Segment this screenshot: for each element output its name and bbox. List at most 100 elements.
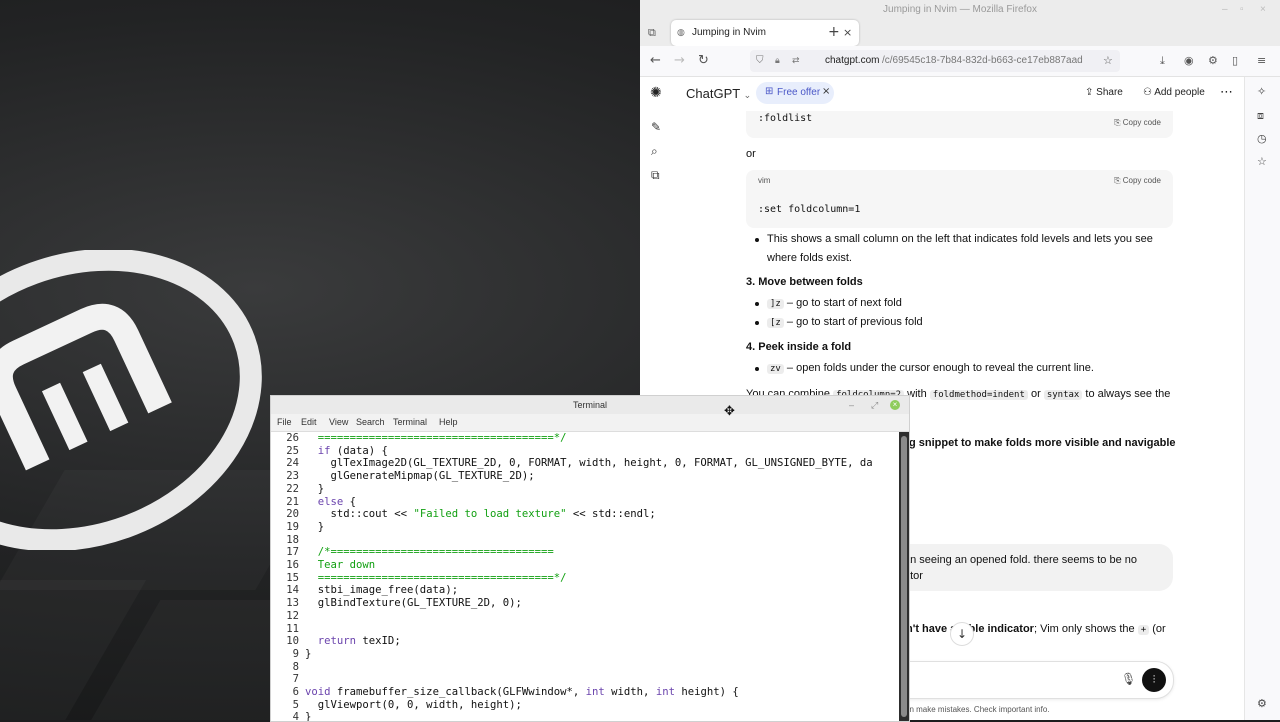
share-label: Share [1096,87,1123,98]
voice-mode-button[interactable]: ⫶ [1142,668,1166,692]
terminal-line: 16 Tear down [271,559,897,572]
synced-tabs-icon[interactable]: ⧈ [1257,109,1264,123]
code-text: :set foldcolumn=1 [758,204,861,215]
menu-edit[interactable]: Edit [301,414,317,431]
add-people-button[interactable]: ⚇ Add people [1143,87,1205,98]
new-tab-icon[interactable]: + [828,24,840,40]
heading-move-between-folds: 3. Move between folds [746,276,863,288]
code-text: :foldlist [758,113,813,124]
dismiss-offer-icon[interactable]: × [822,86,830,97]
bullet-prev-fold: [z – go to start of previous fold [767,316,923,328]
customize-sidebar-icon[interactable]: ⚙︎ [1257,697,1267,710]
line-number: 25 [286,444,299,457]
terminal-line: 4} [271,711,897,722]
close-tab-icon[interactable]: × [843,20,852,46]
line-number: 11 [286,622,299,635]
copy-code-button[interactable]: ⎘ Copy code [1114,176,1161,186]
line-text: } [305,647,312,660]
share-button[interactable]: ⇪ Share [1085,87,1123,98]
terminal-scrollbar[interactable] [899,432,909,721]
line-text: =====================================*/ [305,432,567,444]
terminal-line: 17 /*=================================== [271,546,897,559]
scrollbar-thumb[interactable] [901,436,907,717]
scroll-to-bottom-button[interactable]: ↓ [950,622,974,646]
line-text: glTexImage2D(GL_TEXTURE_2D, 0, FORMAT, w… [305,457,873,470]
user-message-bubble: an seeing an opened fold. there seems to… [870,544,1173,591]
openai-logo-icon[interactable]: ✺ [650,85,662,101]
close-icon[interactable]: × [1260,0,1266,20]
tab-overview-icon[interactable]: ⧉ [648,26,656,40]
close-icon[interactable]: × [890,400,900,410]
terminal-line: 23 glGenerateMipmap(GL_TEXTURE_2D); [271,470,897,483]
account-icon[interactable]: ◉ [1184,52,1194,70]
more-options-icon[interactable]: ⋯ [1220,85,1233,100]
terminal-line: 11 [271,623,897,636]
line-text: glGenerateMipmap(GL_TEXTURE_2D); [305,470,535,483]
reload-icon[interactable]: ↻ [698,52,709,70]
copy-code-button[interactable]: ⎘ Copy code [1114,118,1161,128]
minimize-icon[interactable]: – [849,396,854,414]
assistant-reply-line: n't have a ible indicator; Vim only show… [906,623,1166,635]
heading-peek-inside-fold: 4. Peek inside a fold [746,341,852,353]
free-offer-pill[interactable]: ⊞ Free offer × [756,82,834,104]
bookmark-star-icon[interactable]: ☆ [1103,52,1113,70]
share-icon: ⇪ [1085,87,1094,98]
add-people-label: Add people [1154,87,1205,98]
terminal-titlebar[interactable]: Terminal – ⤢ × [271,396,909,414]
permissions-icon[interactable]: ⇄ [792,50,800,72]
model-selector[interactable]: ChatGPT ⌄ [686,86,751,101]
copy-label: Copy code [1122,118,1161,127]
line-number: 20 [286,508,299,521]
bookmarks-icon[interactable]: ☆ [1257,155,1267,168]
line-number: 21 [286,495,299,508]
terminal-line: 22 } [271,483,897,496]
line-number: 26 [286,432,299,444]
menu-search[interactable]: Search [356,414,385,431]
shield-icon[interactable]: ⛉ [756,50,764,72]
forward-icon[interactable]: → [674,52,685,70]
menu-icon[interactable]: ≡ [1257,52,1266,70]
code-block-vim: vim ⎘ Copy code :set foldcolumn=1 [746,170,1173,228]
terminal-line: 5 glViewport(0, 0, width, height); [271,699,897,712]
url-bar[interactable]: ⛉ 🔒︎ ⇄ chatgpt.com /c/69545c18-7b84-832d… [750,50,1120,72]
terminal-line: 20 std::cout << "Failed to load texture"… [271,508,897,521]
line-text: } [305,711,312,722]
tab-title: Jumping in Nvim [692,27,766,38]
line-text: glBindTexture(GL_TEXTURE_2D, 0); [305,597,522,610]
sidebar-toggle-icon[interactable]: ▯ [1232,52,1238,70]
line-text: Tear down [305,559,376,571]
terminal-line: 25 if (data) { [271,445,897,458]
extensions-icon[interactable]: ⚙︎ [1208,52,1218,70]
line-number: 12 [286,609,299,622]
downloads-icon[interactable]: ⤓ [1160,52,1165,70]
ai-chat-icon[interactable]: ✧ [1257,85,1266,98]
menu-terminal[interactable]: Terminal [393,414,427,431]
line-text: glViewport(0, 0, width, height); [305,698,522,711]
terminal-output[interactable]: 26 =====================================… [271,432,897,721]
library-icon[interactable]: ⧉ [651,168,660,183]
line-number: 15 [286,571,299,584]
maximize-icon[interactable]: ⤢ [871,396,878,414]
history-icon[interactable]: ◷ [1257,132,1267,145]
line-text: if (data) { [317,444,388,457]
back-icon[interactable]: ← [650,52,661,70]
line-number: 22 [286,482,299,495]
line-number: 14 [286,584,299,597]
line-text: =====================================*/ [305,571,567,584]
microphone-icon[interactable]: 🎙︎ [1121,672,1136,686]
new-chat-icon[interactable]: ✎ [651,120,661,134]
search-icon[interactable]: ⌕ [651,144,658,159]
menu-view[interactable]: View [329,414,348,431]
menu-file[interactable]: File [277,414,292,431]
bullet-text: where folds exist. [767,252,852,264]
lock-icon[interactable]: 🔒︎ [775,50,780,72]
bullet-text: This shows a small column on the left th… [767,233,1153,245]
line-number: 6 [292,686,299,698]
minimize-icon[interactable]: – [1222,0,1228,20]
maximize-icon[interactable]: ▫ [1240,0,1244,20]
menu-help[interactable]: Help [439,414,458,431]
terminal-menubar: File Edit View Search Terminal Help [271,414,909,432]
chat-input-box[interactable]: 🎙︎ ⫶ [870,661,1174,699]
terminal-line: 7 [271,673,897,686]
terminal-line: 18 [271,534,897,547]
